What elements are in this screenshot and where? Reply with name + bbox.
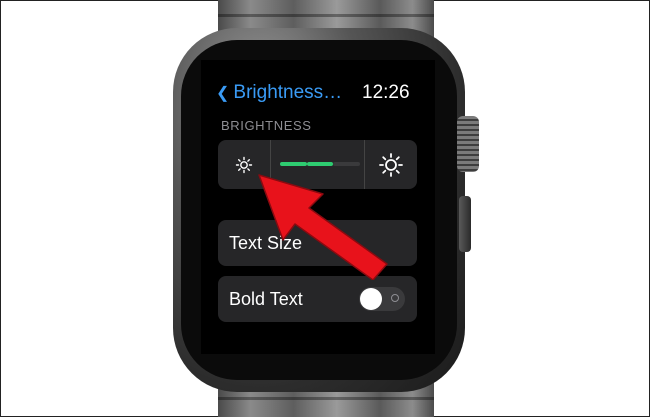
back-button[interactable]: ❮ Brightness… bbox=[216, 80, 342, 106]
chevron-left-icon: ❮ bbox=[216, 85, 230, 102]
bold-text-label: Bold Text bbox=[229, 288, 303, 309]
sun-small-icon bbox=[234, 155, 254, 175]
bold-text-toggle[interactable] bbox=[359, 287, 405, 311]
red-arrow-annotation bbox=[258, 174, 388, 280]
brightness-segment bbox=[306, 162, 334, 166]
side-button[interactable] bbox=[459, 196, 471, 252]
bold-text-row: Bold Text bbox=[218, 276, 417, 322]
toggle-off-indicator-icon bbox=[391, 294, 399, 302]
toggle-knob bbox=[360, 288, 382, 310]
brightness-segment bbox=[280, 162, 307, 166]
back-button-label: Brightness… bbox=[233, 82, 343, 103]
clock-time: 12:26 bbox=[362, 82, 410, 103]
section-header-brightness: BRIGHTNESS bbox=[221, 118, 312, 133]
digital-crown[interactable] bbox=[457, 116, 479, 172]
brightness-level-indicator[interactable] bbox=[280, 162, 360, 166]
brightness-segment bbox=[333, 162, 360, 166]
